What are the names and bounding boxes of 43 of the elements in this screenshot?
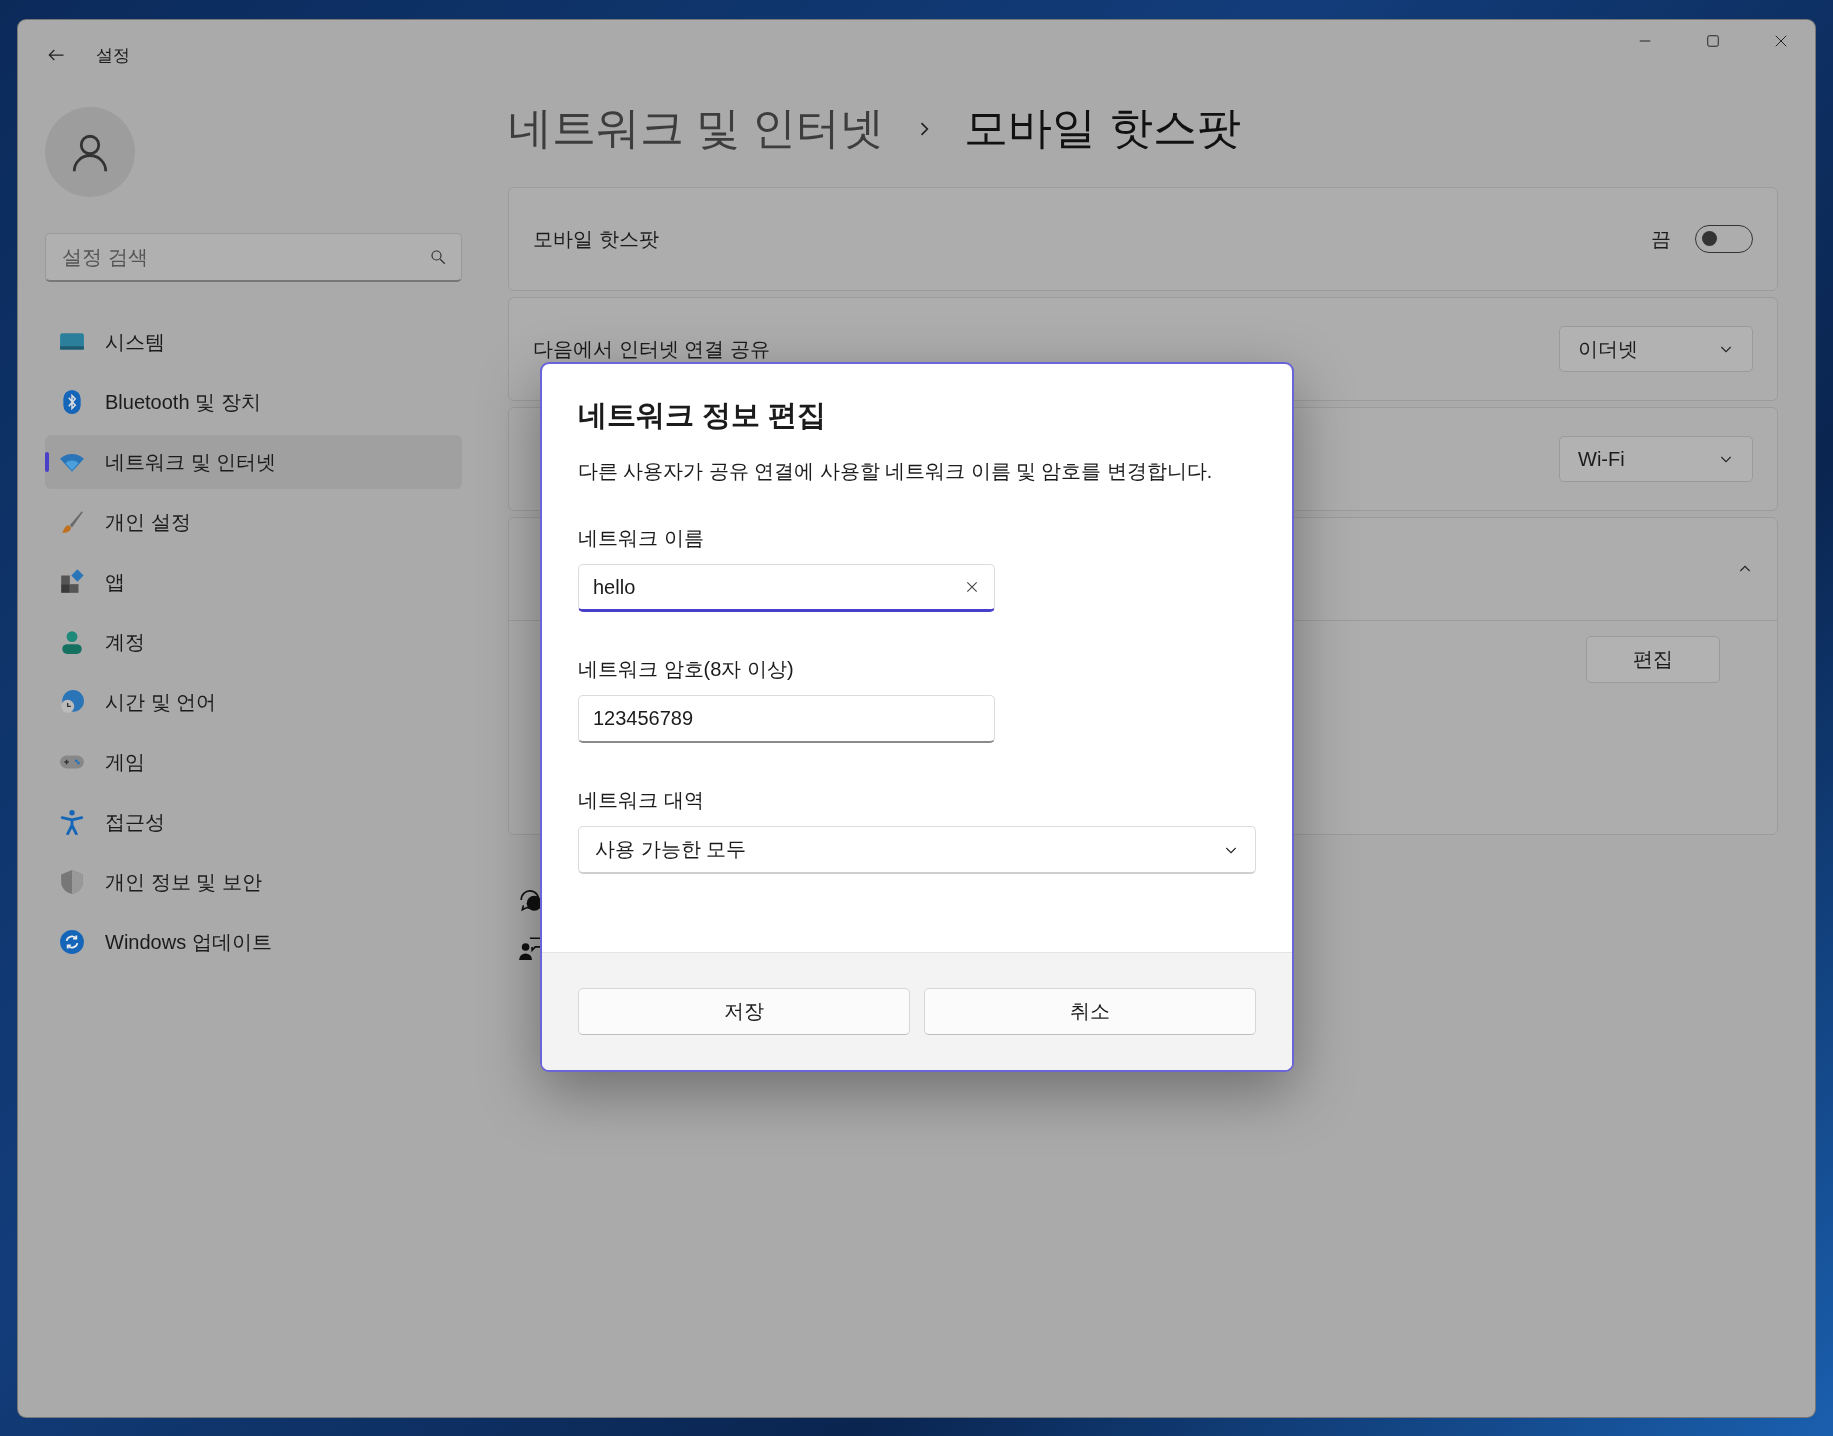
nav-item[interactable]: 개인 설정 xyxy=(45,495,462,549)
input-field[interactable]: hello xyxy=(578,564,995,612)
dialog-title: 네트워크 정보 편집 xyxy=(578,398,828,433)
edit-button[interactable]: 편집 xyxy=(1586,636,1720,683)
breadcrumb-link[interactable]: 네트워크 및 인터넷 xyxy=(508,99,885,158)
sync-icon xyxy=(59,929,85,955)
nav-item[interactable]: Windows 업데이트 xyxy=(45,915,462,969)
nav-item[interactable]: Bluetooth 및 장치 xyxy=(45,375,462,429)
nav-item[interactable]: 개인 정보 및 보안 xyxy=(45,855,462,909)
input-field[interactable]: 123456789 xyxy=(578,695,995,743)
toggle-state-label: 끔 xyxy=(1651,226,1671,252)
nav-item[interactable]: 게임 xyxy=(45,735,462,789)
page-title: 모바일 핫스팟 xyxy=(964,102,1241,154)
setting-label: 모바일 핫스팟 xyxy=(533,227,659,250)
window-title: 설정 xyxy=(96,44,130,67)
person-icon xyxy=(59,629,85,655)
search-icon xyxy=(429,248,447,266)
paintbrush-icon xyxy=(59,509,85,535)
globe-clock-icon xyxy=(59,689,85,715)
dialog-button[interactable]: 저장 xyxy=(578,988,910,1035)
selection-indicator xyxy=(45,452,49,472)
search-field[interactable]: 설정 검색 xyxy=(45,233,462,282)
dialog-button[interactable]: 취소 xyxy=(924,988,1256,1035)
toggle-switch[interactable] xyxy=(1695,225,1753,253)
dialog-description: 다른 사용자가 공유 연결에 사용할 네트워크 이름 및 암호를 변경합니다. xyxy=(578,459,1214,484)
dropdown[interactable]: 사용 가능한 모두 xyxy=(578,826,1256,874)
field-label: 네트워크 암호(8자 이상) xyxy=(578,657,795,682)
dropdown[interactable]: Wi-Fi xyxy=(1559,436,1753,482)
field-label: 네트워크 대역 xyxy=(578,788,705,813)
maximize-icon[interactable] xyxy=(1704,32,1722,50)
clear-icon xyxy=(964,579,980,595)
accessibility-icon xyxy=(59,809,85,835)
nav-item[interactable]: 시스템 xyxy=(45,315,462,369)
nav-item[interactable]: 계정 xyxy=(45,615,462,669)
nav-item[interactable]: 앱 xyxy=(45,555,462,609)
nav-item[interactable]: 네트워크 및 인터넷 xyxy=(45,435,462,489)
dropdown[interactable]: 이더넷 xyxy=(1559,326,1753,372)
shield-icon xyxy=(59,869,85,895)
apps-icon xyxy=(59,569,85,595)
nav-item[interactable]: 시간 및 언어 xyxy=(45,675,462,729)
field-label: 네트워크 이름 xyxy=(578,526,705,551)
nav-item[interactable]: 접근성 xyxy=(45,795,462,849)
setting-label: 다음에서 인터넷 연결 공유 xyxy=(533,337,770,360)
